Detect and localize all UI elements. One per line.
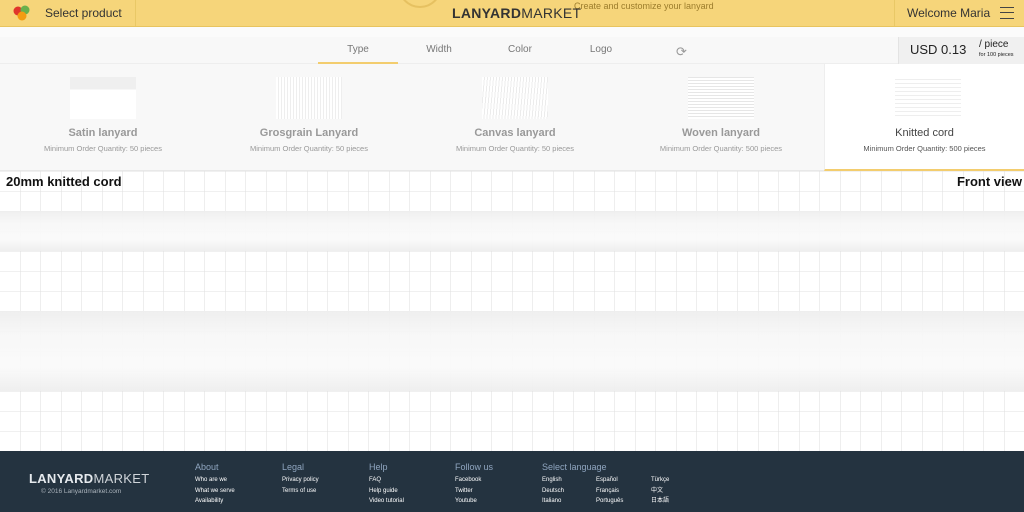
footer-link[interactable]: FAQ — [369, 475, 404, 486]
tab-color[interactable]: Color — [480, 37, 560, 64]
product-moq: Minimum Order Quantity: 50 pieces — [250, 144, 368, 153]
footer: LANYARDMARKET © 2016 Lanyardmarket.com A… — [0, 451, 1024, 512]
price-unit: / piece — [979, 39, 1009, 50]
footer-col-about: About Who are we What we serve Availability — [195, 462, 235, 507]
footer-heading: Select language — [542, 462, 607, 472]
top-header: Select product Create and customize your… — [0, 0, 1024, 27]
footer-col-legal: Legal Privacy policy Terms of use — [282, 462, 319, 496]
footer-heading: About — [195, 462, 219, 472]
product-name: Woven lanyard — [681, 127, 761, 139]
preview-canvas: 20mm knitted cord Front view — [0, 171, 1024, 451]
view-label: Front view — [956, 174, 1022, 189]
language-link[interactable]: 日本語 — [651, 496, 669, 507]
footer-link[interactable]: Availability — [195, 496, 235, 507]
price-box: USD 0.13 / piece for 100 pieces — [898, 37, 1024, 64]
product-list: Satin lanyard Minimum Order Quantity: 50 … — [0, 64, 1024, 171]
footer-col-language-3: Türkçe 中文 日本語 — [651, 475, 669, 507]
product-moq: Minimum Order Quantity: 500 pieces — [863, 144, 986, 153]
tagline: Create and customize your lanyard — [574, 1, 714, 11]
select-product-button[interactable]: Select product — [0, 0, 136, 26]
footer-link[interactable]: Youtube — [455, 496, 493, 507]
brand-logo[interactable]: LANYARDMARKET — [452, 5, 581, 21]
product-card-knitted[interactable]: Knitted cord Minimum Order Quantity: 500 … — [824, 64, 1024, 171]
footer-col-help: Help FAQ Help guide Video tutorial — [369, 462, 404, 507]
footer-link[interactable]: Privacy policy — [282, 475, 319, 486]
step-tabs: Type Width Color Logo ⟳ — [0, 37, 1024, 64]
product-name: Grosgrain Lanyard — [259, 127, 359, 139]
footer-link[interactable]: Twitter — [455, 486, 493, 497]
product-moq: Minimum Order Quantity: 500 pieces — [659, 144, 783, 153]
footer-heading: Help — [369, 462, 388, 472]
footer-col-follow: Follow us Facebook Twitter Youtube — [455, 462, 493, 507]
product-moq: Minimum Order Quantity: 50 pieces — [456, 144, 574, 153]
lanyard-band-top — [0, 211, 1024, 251]
hamburger-menu-icon[interactable] — [1000, 7, 1014, 19]
price-amount: USD 0.13 — [910, 42, 967, 57]
swatch-image — [688, 77, 754, 119]
language-link[interactable]: Português — [596, 496, 623, 507]
product-moq: Minimum Order Quantity: 50 pieces — [44, 144, 162, 153]
footer-link[interactable]: Terms of use — [282, 486, 319, 497]
footer-link[interactable]: Facebook — [455, 475, 493, 486]
copyright: © 2016 Lanyardmarket.com — [41, 488, 122, 495]
footer-link[interactable]: Help guide — [369, 486, 404, 497]
footer-link[interactable]: Video tutorial — [369, 496, 404, 507]
tab-logo[interactable]: Logo — [561, 37, 641, 64]
footer-heading: Follow us — [455, 462, 494, 472]
refresh-icon[interactable]: ⟳ — [676, 44, 687, 60]
footer-col-language-2: Español Français Português — [596, 475, 623, 507]
swatch-image — [276, 77, 342, 119]
footer-logo: LANYARDMARKET — [29, 471, 150, 486]
product-card-satin[interactable]: Satin lanyard Minimum Order Quantity: 50 … — [0, 64, 206, 171]
logo-circle — [398, 0, 442, 8]
lanyard-band-main — [0, 311, 1024, 391]
product-card-canvas[interactable]: Canvas lanyard Minimum Order Quantity: 50… — [412, 64, 618, 171]
tab-type[interactable]: Type — [318, 37, 398, 64]
product-card-grosgrain[interactable]: Grosgrain Lanyard Minimum Order Quantity:… — [206, 64, 412, 171]
select-product-label: Select product — [45, 6, 122, 20]
footer-heading: Legal — [282, 462, 305, 472]
swatch-image — [895, 77, 961, 119]
welcome-text[interactable]: Welcome Maria — [907, 6, 990, 20]
footer-link[interactable]: Who are we — [195, 475, 235, 486]
product-card-woven[interactable]: Woven lanyard Minimum Order Quantity: 500… — [618, 64, 824, 171]
price-note: for 100 pieces — [979, 52, 1014, 58]
footer-link[interactable]: What we serve — [195, 486, 235, 497]
product-name: Canvas lanyard — [474, 127, 556, 139]
swatch-image — [70, 77, 136, 119]
language-link[interactable]: Français — [596, 486, 623, 497]
product-logo-icon — [13, 5, 30, 21]
product-name: Satin lanyard — [68, 127, 138, 139]
swatch-image — [482, 77, 548, 119]
tab-width[interactable]: Width — [399, 37, 479, 64]
language-link[interactable]: Türkçe — [651, 475, 669, 486]
sub-bar — [0, 27, 1024, 37]
language-link[interactable]: Español — [596, 475, 623, 486]
user-area: Welcome Maria — [894, 0, 1024, 26]
language-link[interactable]: 中文 — [651, 486, 669, 497]
preview-title: 20mm knitted cord — [6, 174, 122, 189]
product-name: Knitted cord — [895, 127, 954, 139]
